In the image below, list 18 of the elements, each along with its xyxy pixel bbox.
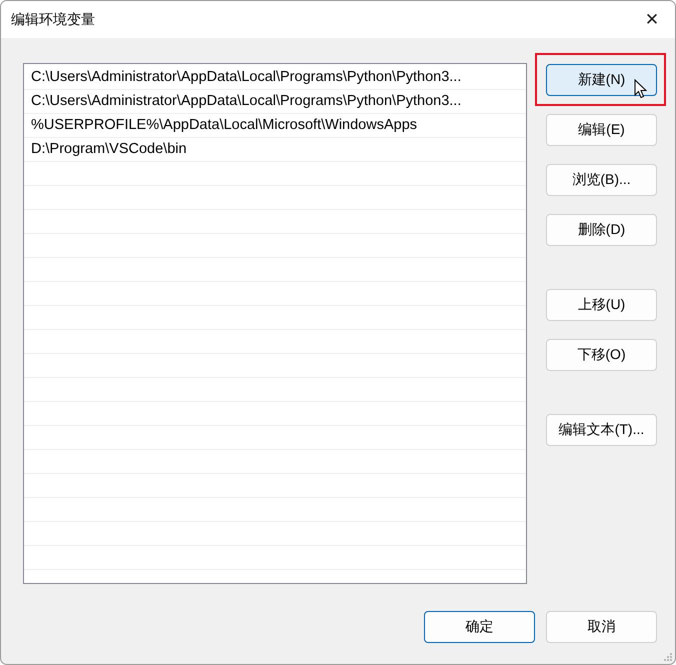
action-button[interactable]: 上移(U)	[546, 289, 657, 321]
path-entry[interactable]: C:\Users\Administrator\AppData\Local\Programs\Python\Python3...	[24, 66, 526, 90]
action-button[interactable]: 删除(D)	[546, 214, 657, 246]
action-button[interactable]: 编辑(E)	[546, 114, 657, 146]
action-button[interactable]: 浏览(B)...	[546, 164, 657, 196]
path-entry[interactable]: C:\Users\Administrator\AppData\Local\Programs\Python\Python3...	[24, 90, 526, 114]
action-button[interactable]: 新建(N)	[546, 64, 657, 96]
close-button[interactable]: ✕	[629, 1, 675, 38]
mouse-pointer-icon	[634, 79, 647, 99]
resize-grip-icon[interactable]	[663, 652, 673, 662]
dialog-button[interactable]: 确定	[424, 611, 535, 643]
window-title: 编辑环境变量	[10, 10, 95, 28]
action-button[interactable]: 下移(O)	[546, 339, 657, 371]
action-button[interactable]: 编辑文本(T)...	[546, 414, 657, 446]
path-list[interactable]: C:\Users\Administrator\AppData\Local\Programs\Python\Python3... C:\Users\Administrator\AppData\Local\Programs\Python\Python3... %USERPROFILE%\AppData\Local\Microsoft\WindowsApps D:\Program\VSCode\bin	[23, 63, 527, 584]
dialog-button[interactable]: 取消	[546, 611, 657, 643]
path-entry[interactable]: %USERPROFILE%\AppData\Local\Microsoft\WindowsApps	[24, 114, 526, 138]
path-entry[interactable]: D:\Program\VSCode\bin	[24, 138, 526, 162]
